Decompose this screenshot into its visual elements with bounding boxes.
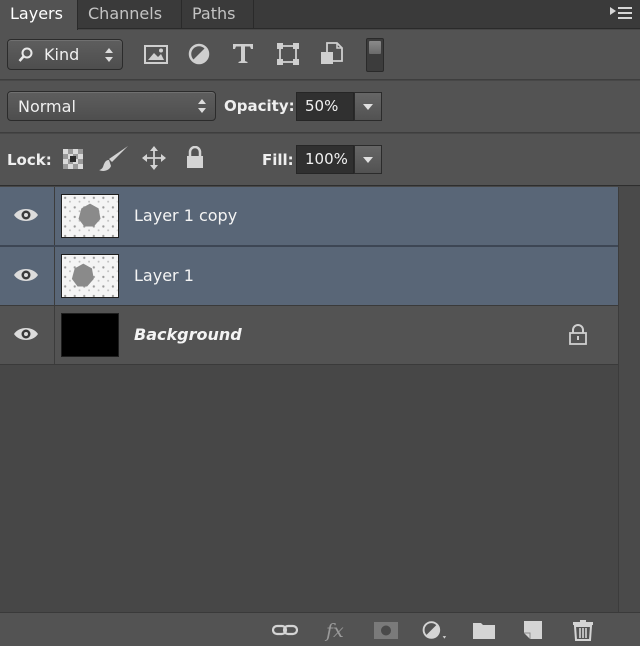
lock-image-pixels-brush-icon[interactable] [98, 145, 130, 173]
lock-label: Lock: [7, 151, 52, 169]
blend-mode-value: Normal [18, 97, 76, 116]
layer-thumbnail [61, 313, 119, 357]
lock-transparent-pixels-icon[interactable] [62, 148, 84, 170]
layer-row-layer-1-copy[interactable]: Layer 1 copy [0, 187, 618, 245]
eye-icon[interactable] [13, 267, 39, 283]
panel-footer: fx [0, 612, 640, 646]
layer-thumbnail [61, 194, 119, 238]
adjustment-filter-icon[interactable] [186, 41, 212, 67]
layer-name: Background [134, 325, 242, 344]
fill-label: Fill: [262, 151, 294, 169]
layer-mask-icon[interactable] [373, 619, 399, 641]
panel-tab-bar: Layers Channels Paths [0, 0, 640, 30]
kind-label: Kind [44, 45, 80, 64]
layer-thumbnail [61, 254, 119, 298]
opacity-label: Opacity: [224, 97, 295, 115]
lock-icon [569, 324, 587, 345]
blend-mode-dropdown[interactable]: Normal [7, 91, 216, 121]
tab-channels[interactable]: Channels [78, 0, 182, 29]
chevron-updown-icon [197, 98, 207, 114]
layer-name: Layer 1 [134, 266, 194, 285]
visibility-cell [0, 306, 55, 364]
new-group-icon[interactable] [471, 619, 497, 641]
filter-row: Kind [0, 30, 640, 80]
layer-row-background[interactable]: Background [0, 306, 618, 364]
chevron-updown-icon [104, 47, 114, 63]
tab-layers[interactable]: Layers [0, 0, 78, 30]
layer-style-fx-icon[interactable]: fx [324, 619, 350, 641]
lock-position-move-icon[interactable] [141, 145, 167, 171]
type-filter-icon[interactable] [230, 40, 256, 66]
blend-row: Normal Opacity: 50% [0, 81, 640, 133]
shape-filter-icon[interactable] [275, 41, 301, 67]
new-layer-icon[interactable] [520, 619, 546, 641]
delete-layer-icon[interactable] [570, 619, 596, 641]
layers-scrollbar[interactable] [618, 187, 640, 612]
smart-object-filter-icon[interactable] [319, 41, 345, 67]
visibility-cell [0, 187, 55, 245]
fill-dropdown-button[interactable] [354, 145, 382, 174]
image-filter-icon[interactable] [143, 42, 169, 68]
adjustment-layer-icon[interactable] [421, 619, 447, 641]
kind-filter-dropdown[interactable]: Kind [7, 39, 123, 70]
lock-row: Lock: Fill: 100% [0, 134, 640, 186]
opacity-dropdown-button[interactable] [354, 92, 382, 121]
filter-toggle-icon[interactable] [366, 38, 384, 72]
fill-input[interactable]: 100% [296, 145, 354, 174]
search-icon [18, 47, 33, 62]
layers-empty-area [0, 365, 618, 612]
panel-menu-icon[interactable] [610, 6, 632, 22]
lock-all-icon[interactable] [186, 146, 204, 170]
eye-icon[interactable] [13, 326, 39, 342]
opacity-input[interactable]: 50% [296, 92, 354, 121]
layer-name: Layer 1 copy [134, 206, 238, 225]
layer-row-layer-1[interactable]: Layer 1 [0, 247, 618, 305]
tab-paths[interactable]: Paths [182, 0, 254, 29]
visibility-cell [0, 247, 55, 305]
link-layers-icon[interactable] [272, 619, 298, 641]
eye-icon[interactable] [13, 207, 39, 223]
svg-text:fx: fx [324, 620, 344, 641]
